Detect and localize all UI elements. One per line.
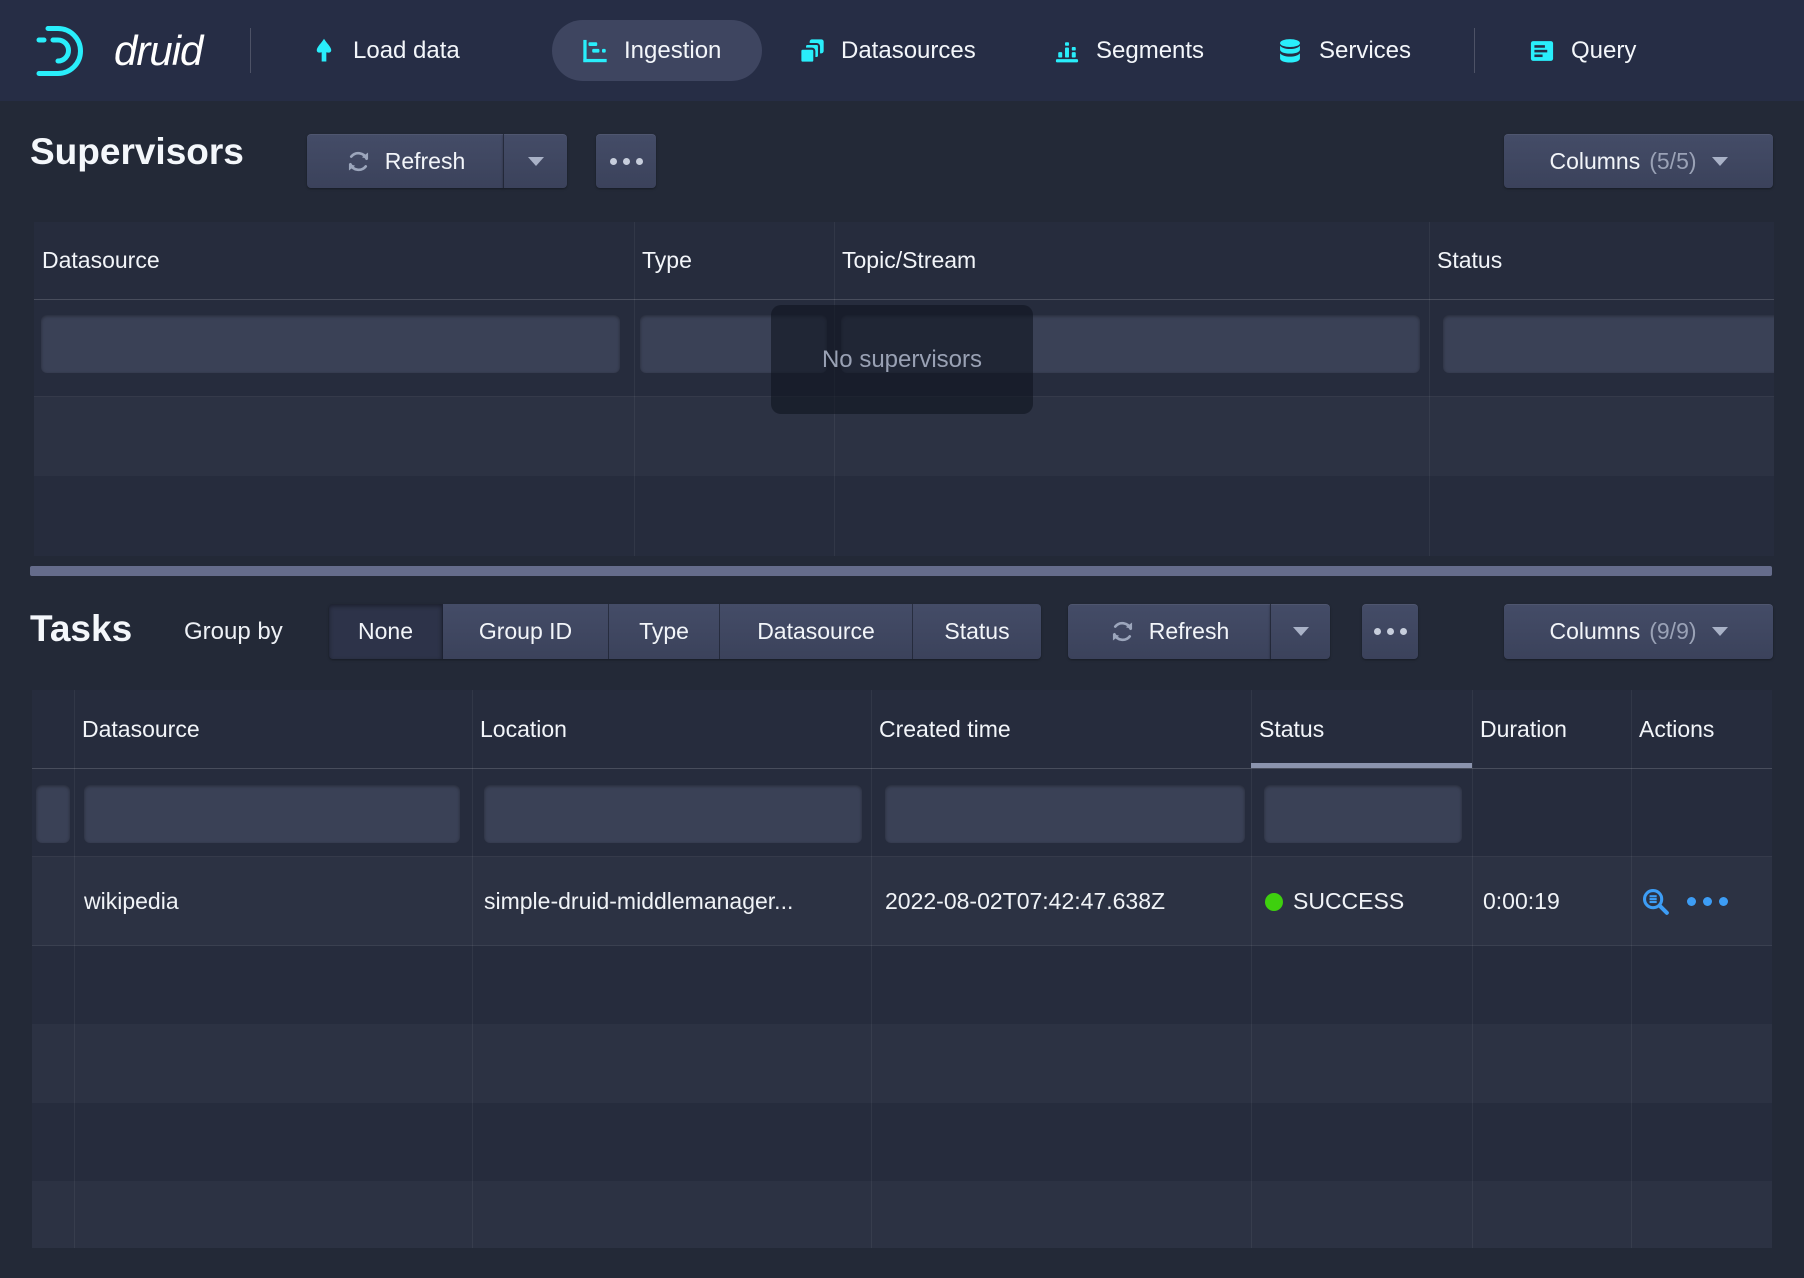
supervisors-filter-datasource[interactable]	[41, 315, 620, 373]
supervisors-more-button[interactable]	[596, 134, 656, 188]
tasks-refresh-caret-button[interactable]	[1270, 604, 1330, 659]
supervisors-empty-state: No supervisors	[771, 305, 1033, 414]
supervisors-column-header-type[interactable]: Type	[634, 222, 834, 299]
tasks-columns-button[interactable]: Columns (9/9)	[1504, 604, 1773, 659]
tasks-column-header-created-time[interactable]: Created time	[871, 690, 1251, 768]
supervisors-column-header-datasource[interactable]: Datasource	[34, 222, 634, 299]
nav-item-datasources[interactable]: Datasources	[798, 0, 976, 101]
nav-divider	[250, 28, 251, 73]
task-duration-cell: 0:00:19	[1483, 857, 1560, 946]
tasks-column-header-datasource[interactable]: Datasource	[74, 690, 472, 768]
bar-chart-icon	[1053, 37, 1081, 65]
task-more-actions-icon[interactable]	[1687, 897, 1728, 906]
chevron-down-icon	[1712, 627, 1728, 636]
supervisors-column-header-topic-stream[interactable]: Topic/Stream	[834, 222, 1429, 299]
druid-logo-icon	[36, 23, 102, 79]
supervisors-columns-button[interactable]: Columns (5/5)	[1504, 134, 1773, 188]
tasks-filter-location[interactable]	[484, 785, 862, 843]
druid-wordmark: druid	[114, 27, 202, 75]
tasks-table: Datasource Location Created time Status …	[32, 690, 1772, 1248]
refresh-icon	[1109, 618, 1136, 645]
tasks-refresh-split-button: Refresh	[1068, 604, 1330, 658]
nav-label: Services	[1319, 37, 1411, 65]
table-row	[32, 1024, 1772, 1103]
group-by-group-id-button[interactable]: Group ID	[443, 604, 609, 659]
supervisors-refresh-caret-button[interactable]	[503, 134, 567, 188]
nav-label: Datasources	[841, 37, 976, 65]
tasks-title: Tasks	[30, 608, 132, 650]
tasks-filter-task-id[interactable]	[36, 785, 70, 843]
group-by-status-button[interactable]: Status	[913, 604, 1041, 659]
task-detail-magnifier-icon[interactable]	[1640, 886, 1671, 917]
supervisors-filter-status[interactable]	[1443, 315, 1774, 373]
tasks-refresh-button[interactable]: Refresh	[1068, 604, 1270, 659]
nav-label: Segments	[1096, 37, 1204, 65]
supervisors-refresh-split-button: Refresh	[307, 134, 567, 188]
tasks-filter-status[interactable]	[1264, 785, 1462, 843]
nav-divider	[1474, 28, 1475, 73]
group-by-label: Group by	[184, 618, 283, 646]
supervisors-table: Datasource Type Topic/Stream Status No s…	[34, 222, 1774, 556]
druid-logo[interactable]: druid	[36, 0, 202, 101]
group-by-type-button[interactable]: Type	[609, 604, 720, 659]
upload-icon	[310, 37, 338, 65]
chevron-down-icon	[1712, 157, 1728, 166]
nav-item-segments[interactable]: Segments	[1053, 0, 1204, 101]
nav-item-services[interactable]: Services	[1276, 0, 1411, 101]
group-by-datasource-button[interactable]: Datasource	[720, 604, 913, 659]
table-row	[32, 1181, 1772, 1248]
supervisors-refresh-button[interactable]: Refresh	[307, 134, 503, 188]
nav-label: Ingestion	[624, 37, 721, 65]
query-document-icon	[1528, 37, 1556, 65]
more-icon	[1374, 628, 1407, 635]
horizontal-scrollbar[interactable]	[30, 566, 1772, 576]
task-location-cell: simple-druid-middlemanager...	[484, 857, 793, 946]
supervisors-column-header-status[interactable]: Status	[1429, 222, 1774, 299]
database-icon	[1276, 37, 1304, 65]
tasks-column-header-location[interactable]: Location	[472, 690, 871, 768]
task-actions-cell	[1640, 857, 1728, 946]
more-icon	[610, 158, 643, 165]
chevron-down-icon	[528, 157, 544, 166]
nav-item-query[interactable]: Query	[1528, 0, 1636, 101]
tasks-column-header-actions[interactable]: Actions	[1631, 690, 1772, 768]
tasks-more-button[interactable]	[1362, 604, 1418, 659]
refresh-icon	[345, 148, 372, 175]
layers-icon	[798, 37, 826, 65]
status-success-dot-icon	[1265, 893, 1283, 911]
supervisors-title: Supervisors	[30, 131, 244, 173]
nav-item-ingestion[interactable]: Ingestion	[552, 20, 762, 81]
group-by-none-button[interactable]: None	[329, 604, 443, 659]
group-by-button-group: None Group ID Type Datasource Status	[329, 604, 1041, 659]
gantt-chart-icon	[581, 37, 609, 65]
task-datasource-cell: wikipedia	[84, 857, 179, 946]
nav-label: Load data	[353, 37, 460, 65]
tasks-filter-datasource[interactable]	[84, 785, 460, 843]
chevron-down-icon	[1293, 627, 1309, 636]
tasks-column-header-duration[interactable]: Duration	[1472, 690, 1631, 768]
druid-console-page: druid Load data Ingestion	[0, 0, 1804, 1278]
tasks-column-header-status[interactable]: Status	[1251, 690, 1472, 768]
task-created-time-cell: 2022-08-02T07:42:47.638Z	[885, 857, 1165, 946]
nav-item-load-data[interactable]: Load data	[310, 0, 460, 101]
navbar: druid Load data Ingestion	[0, 0, 1804, 101]
task-status-cell: SUCCESS	[1265, 857, 1404, 946]
tasks-filter-created-time[interactable]	[885, 785, 1245, 843]
nav-label: Query	[1571, 37, 1636, 65]
